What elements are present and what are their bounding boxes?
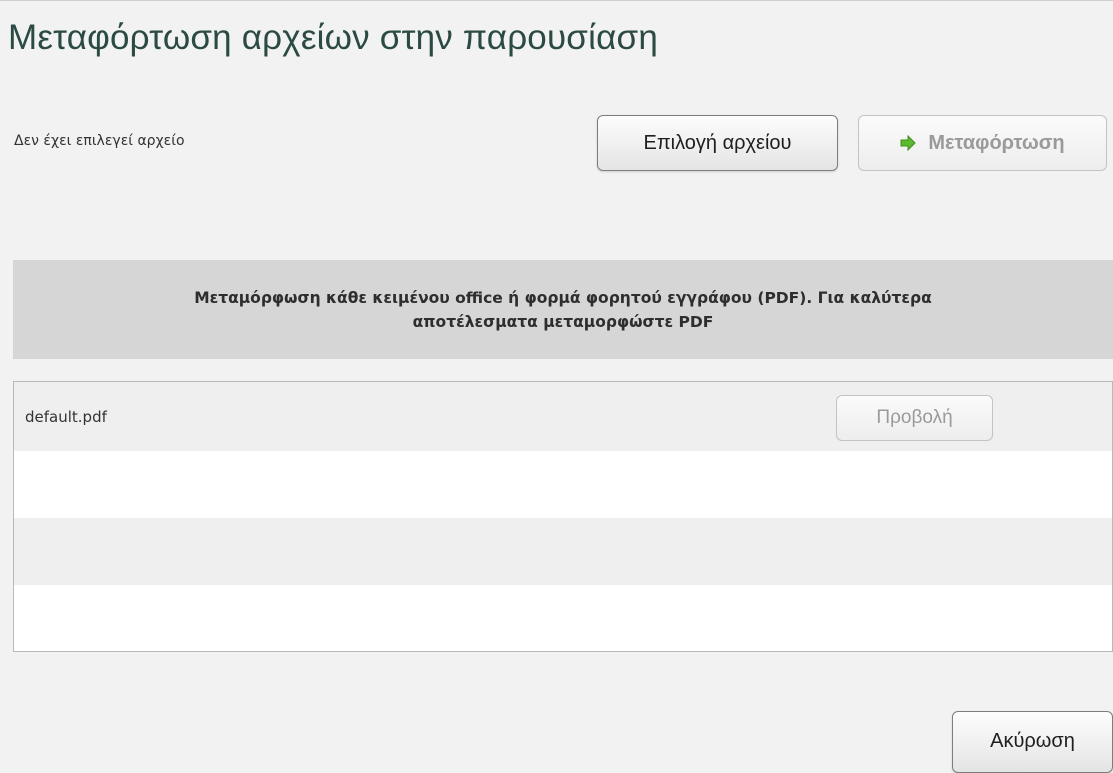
conversion-info-text: Μεταμόρφωση κάθε κειμένου office ή φορμά… bbox=[194, 288, 932, 331]
empty-file-row bbox=[14, 518, 1112, 585]
dialog-title: Μεταφόρτωση αρχείων στην παρουσίαση bbox=[8, 18, 658, 57]
file-selection-status: Δεν έχει επιλεγεί αρχείο bbox=[14, 133, 185, 149]
file-name: default.pdf bbox=[25, 408, 107, 426]
upload-label: Μεταφόρτωση bbox=[928, 131, 1065, 154]
cancel-button[interactable]: Ακύρωση bbox=[952, 711, 1113, 773]
file-row: default.pdf Προβολή bbox=[14, 382, 1112, 451]
choose-file-button[interactable]: Επιλογή αρχείου bbox=[597, 115, 838, 171]
view-file-label: Προβολή bbox=[876, 407, 953, 428]
empty-file-row bbox=[14, 451, 1112, 518]
file-list: default.pdf Προβολή bbox=[13, 381, 1113, 652]
conversion-info-banner: Μεταμόρφωση κάθε κειμένου office ή φορμά… bbox=[13, 260, 1113, 359]
green-right-arrow-icon bbox=[900, 135, 917, 151]
empty-file-row bbox=[14, 585, 1112, 652]
choose-file-label: Επιλογή αρχείου bbox=[643, 131, 792, 154]
top-divider bbox=[0, 0, 1113, 1]
cancel-label: Ακύρωση bbox=[990, 730, 1075, 752]
view-file-button[interactable]: Προβολή bbox=[836, 395, 993, 441]
upload-button[interactable]: Μεταφόρτωση bbox=[858, 115, 1107, 171]
